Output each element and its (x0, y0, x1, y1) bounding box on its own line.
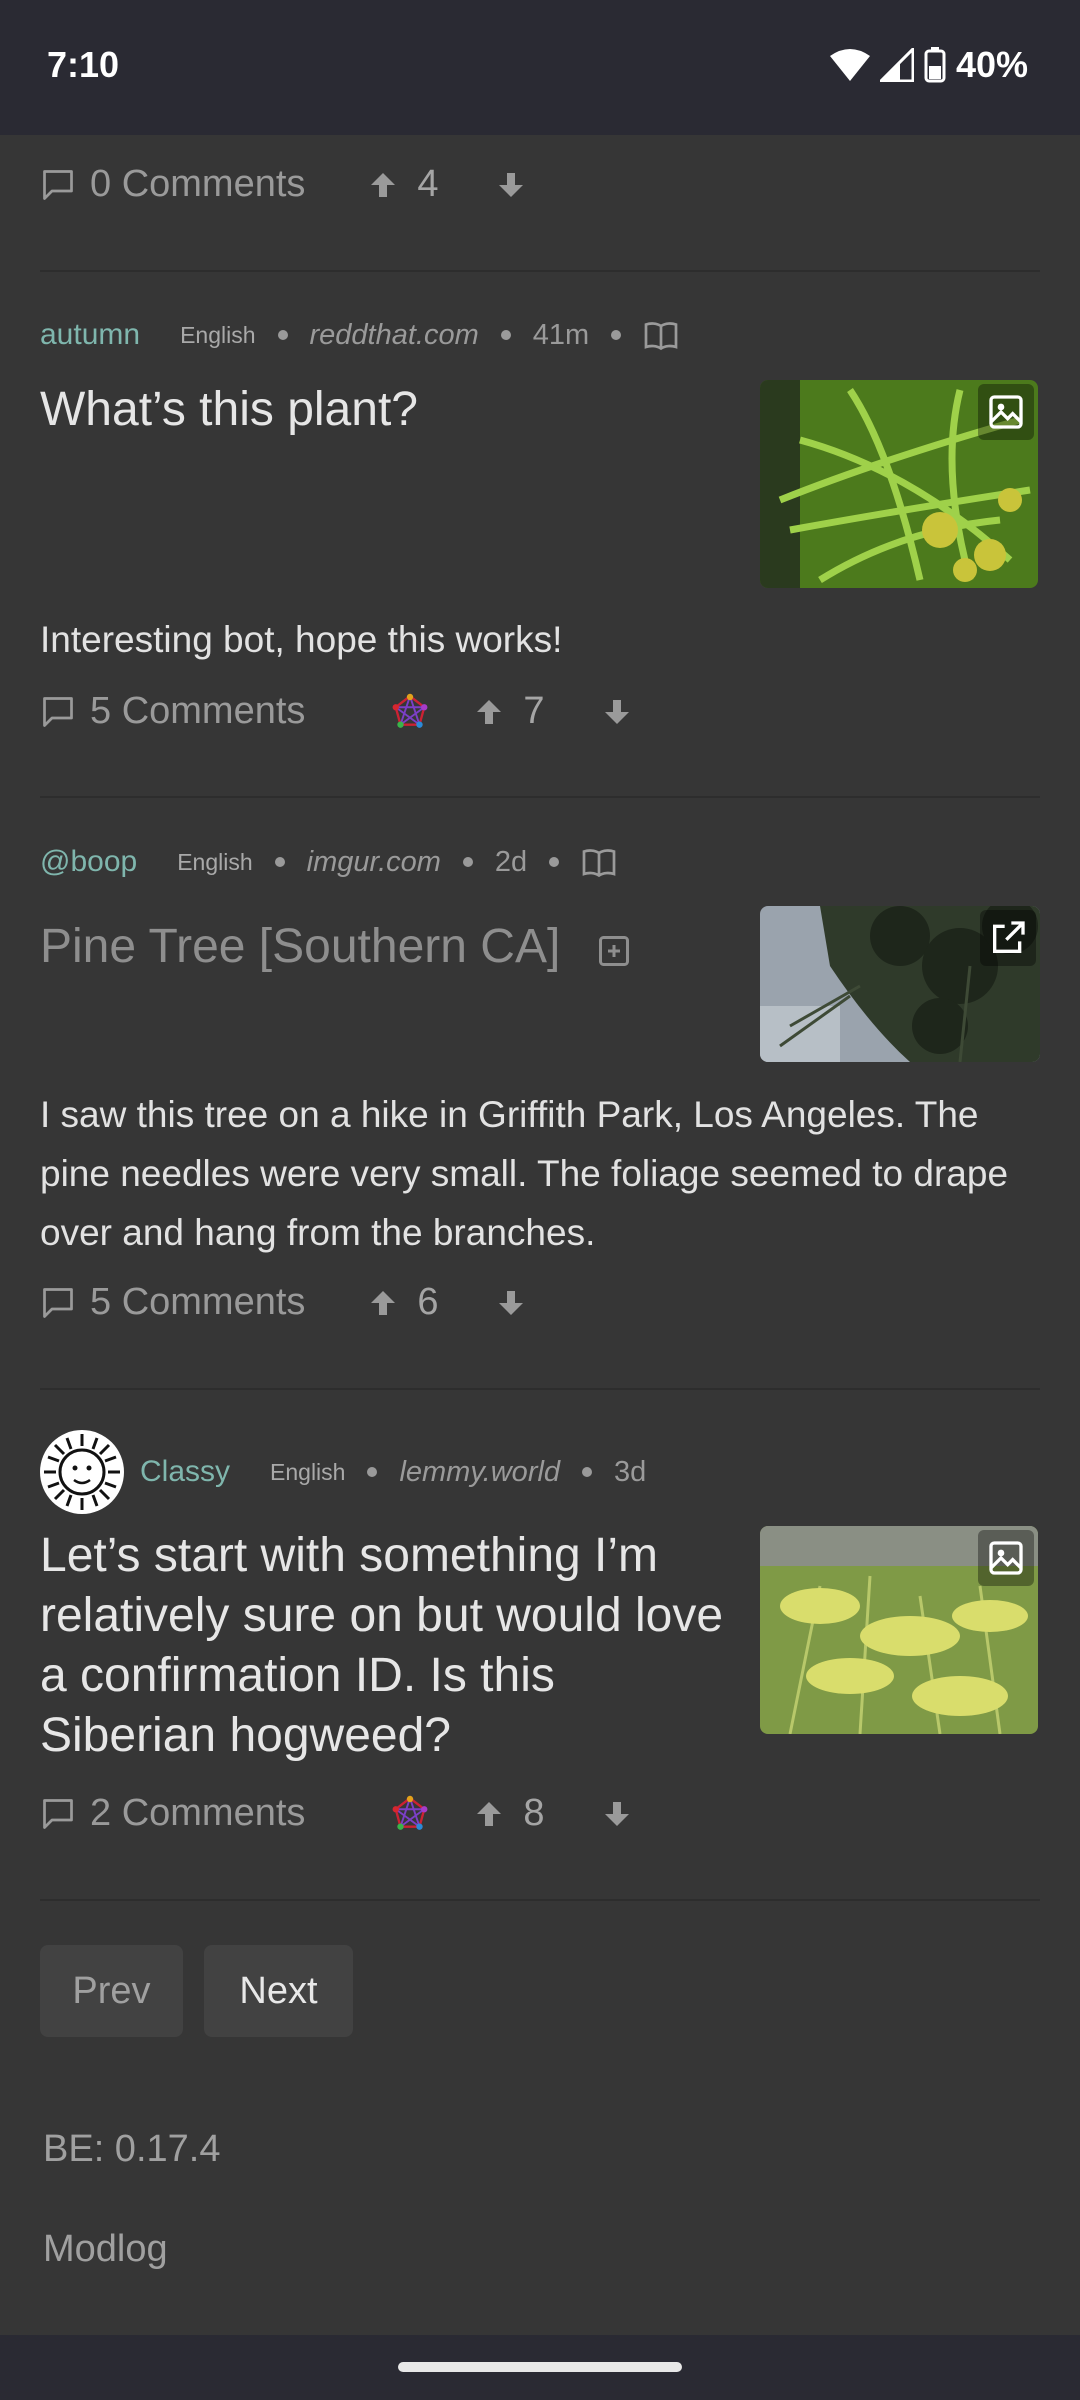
upvote-icon[interactable] (367, 169, 399, 201)
prev-button[interactable]: Prev (40, 1945, 183, 2037)
modlog-link[interactable]: Modlog (43, 2228, 168, 2271)
separator-dot (277, 330, 288, 340)
comment-icon (43, 696, 73, 727)
separator-dot (462, 857, 473, 867)
book-icon[interactable] (643, 319, 679, 351)
post-language: English (270, 1458, 346, 1485)
upvote-icon[interactable] (473, 696, 505, 728)
divider (40, 1388, 1040, 1390)
upvote-icon[interactable] (473, 1798, 505, 1830)
downvote-icon[interactable] (495, 1287, 527, 1319)
battery-percent: 40% (955, 44, 1028, 85)
comments-count: 5 Comments (90, 690, 306, 732)
gesture-nav-bar (0, 2335, 1080, 2400)
wifi-icon (829, 49, 870, 81)
status-bar: 7:10 40% (0, 0, 1080, 135)
divider (40, 796, 1040, 798)
comments-button[interactable]: 5 Comments (40, 690, 305, 733)
post-thumbnail[interactable] (760, 906, 1040, 1062)
post-author[interactable]: Classy (140, 1455, 230, 1489)
image-icon (978, 1530, 1034, 1586)
comment-icon (43, 1287, 73, 1318)
post-language: English (180, 321, 256, 348)
score: 8 (523, 1792, 545, 1834)
comments-count: 0 Comments (90, 163, 306, 205)
separator-dot (582, 1467, 593, 1477)
post-author[interactable]: @boop (40, 845, 137, 879)
post-language: English (177, 848, 253, 875)
separator-dot (611, 330, 622, 340)
comment-icon (43, 1798, 73, 1829)
signal-icon (879, 48, 914, 82)
post-title[interactable]: What’s this plant? (40, 380, 740, 440)
comments-button[interactable]: 0 Comments (40, 163, 305, 206)
post-actions: 2 Comments 8 (40, 1792, 633, 1835)
downvote-icon[interactable] (495, 169, 527, 201)
comments-button[interactable]: 2 Comments (40, 1792, 305, 1835)
avatar[interactable] (40, 1430, 124, 1514)
score: 7 (523, 690, 545, 732)
separator-dot (500, 330, 511, 340)
post-meta: autumn English reddthat.com 41m (40, 318, 679, 352)
post-domain[interactable]: imgur.com (307, 846, 441, 879)
upvote-icon[interactable] (367, 1287, 399, 1319)
status-time: 7:10 (47, 44, 120, 85)
separator-dot (367, 1467, 378, 1477)
post-actions: 5 Comments 6 (40, 1281, 527, 1324)
fediverse-icon[interactable] (391, 693, 429, 731)
post-title[interactable]: Pine Tree [Southern CA] (40, 917, 560, 977)
image-icon (978, 384, 1034, 440)
post-meta: @boop English imgur.com 2d (40, 845, 617, 879)
comments-button[interactable]: 5 Comments (40, 1281, 305, 1324)
post-title-row: Pine Tree [Southern CA] (40, 917, 632, 977)
status-icons: 40% (829, 44, 1028, 86)
fediverse-icon[interactable] (391, 1795, 429, 1833)
next-button[interactable]: Next (204, 1945, 353, 2037)
comment-icon (43, 169, 73, 200)
post-body: I saw this tree on a hike in Griffith Pa… (40, 1094, 1009, 1253)
post-age: 2d (494, 845, 528, 878)
comments-count: 5 Comments (90, 1281, 306, 1323)
downvote-icon[interactable] (601, 696, 633, 728)
downvote-icon[interactable] (601, 1798, 633, 1830)
post-meta: Classy English lemmy.world 3d (40, 1430, 646, 1514)
post-author[interactable]: autumn (40, 318, 140, 352)
post-actions: 0 Comments 4 (40, 163, 527, 206)
post-title[interactable]: Let’s start with something I’m relativel… (40, 1526, 730, 1766)
separator-dot (549, 857, 560, 867)
post-domain[interactable]: reddthat.com (310, 319, 479, 352)
post-body: Interesting bot, hope this works! (40, 619, 563, 660)
post-age: 41m (532, 318, 590, 351)
home-handle[interactable] (398, 2362, 682, 2372)
divider (40, 1899, 1040, 1901)
expand-icon[interactable] (596, 933, 632, 969)
score: 4 (417, 163, 439, 205)
post-actions: 5 Comments 7 (40, 690, 633, 733)
score: 6 (417, 1281, 439, 1323)
book-icon[interactable] (581, 846, 617, 878)
post-age: 3d (614, 1455, 647, 1488)
backend-version: BE: 0.17.4 (43, 2128, 221, 2170)
separator-dot (274, 857, 285, 867)
battery-icon (924, 47, 946, 83)
comments-count: 2 Comments (90, 1792, 306, 1834)
post-thumbnail[interactable] (760, 1526, 1038, 1734)
divider (40, 270, 1040, 272)
external-link-icon (980, 910, 1036, 966)
post-domain[interactable]: lemmy.world (399, 1456, 560, 1489)
post-thumbnail[interactable] (760, 380, 1038, 588)
